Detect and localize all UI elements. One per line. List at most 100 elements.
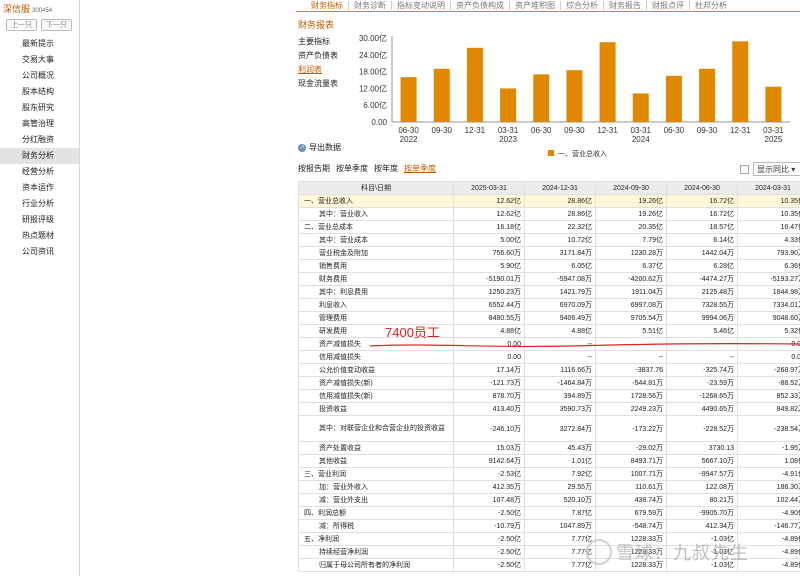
revenue-bar[interactable] [732,41,749,122]
period-option[interactable]: 按报告期 [298,163,330,174]
table-row: 销售费用5.90亿6.05亿6.37亿6.28亿6.36亿 [298,259,800,273]
sidebar-item[interactable]: 经营分析 [0,164,79,180]
submenu-item[interactable]: 主要指标 [298,35,338,49]
table-row: 管理费用 8480.55万 9406.49万 9705.54万 9994.06万 9048… [298,311,800,325]
cell-value: -121.73万 [453,376,525,390]
cell-value: 878.70万 [453,389,525,403]
cell-value: -1268.65万 [666,389,738,403]
x-tick-label: 03-31 [763,126,784,135]
cell-value: 2125.48万 [666,285,738,299]
sidebar-item[interactable]: 财务分析 [0,148,79,164]
cell-value: 5.32亿 [737,324,800,338]
cell-value: 4.88亿 [453,324,525,338]
table-row: 利息收入 6552.44万 6970.09万 6997.08万 7328.55万 7334… [298,298,800,312]
sidebar-item[interactable]: 资本运作 [0,180,79,196]
revenue-bar[interactable] [500,88,517,122]
cell-value: 6552.44万 [453,298,525,312]
table-row: 研发费用4.88亿4.88亿5.51亿5.46亿5.32亿 [298,324,800,338]
cell-value: 10.35亿 [737,194,800,208]
row-label: 归属于母公司所有者的净利润 [298,558,454,572]
cell-value: 1007.71万 [595,467,667,481]
sidebar-item[interactable]: 交易大事 [0,52,79,68]
column-header: 2024-03-31 [737,181,800,195]
cell-value: 756.60万 [453,246,525,260]
cell-value: -29.02万 [595,441,667,455]
tab-item[interactable]: 综合分析 [561,1,604,10]
table-row: 其中：营业成本5.00亿10.72亿7.79亿6.14亿4.33亿 [298,233,800,247]
tab-item[interactable]: 财务报告 [604,1,647,10]
display-checkbox[interactable] [740,164,749,174]
period-option[interactable]: 按年度 [374,163,398,174]
period-selector: 按报告期 按单季度 按年度 按单季度 [298,163,436,174]
sidebar-item[interactable]: 公司概况 [0,68,79,84]
prev-stock-button[interactable]: 上一只 [6,19,37,31]
sidebar-item[interactable]: 最新提示 [0,36,79,52]
revenue-bar[interactable] [632,93,649,122]
row-label: 投资收益 [298,402,454,416]
cell-value: 29.55万 [524,480,596,494]
cell-value: 438.74万 [595,493,667,507]
sidebar-item[interactable]: 公司资讯 [0,244,79,260]
tab-item[interactable]: 资产堆积图 [510,1,561,10]
revenue-bar[interactable] [566,70,583,122]
revenue-bar[interactable] [699,68,716,122]
cell-value: 80.21万 [666,493,738,507]
tab-item[interactable]: 财务指标 [306,1,349,10]
revenue-bar[interactable] [599,42,616,123]
section-title: 财务报表 [298,20,335,30]
tab-item[interactable]: 财报点评 [647,1,690,10]
row-label: 信用减值损失(新) [298,389,454,403]
y-tick-label: 30.00亿 [359,33,387,43]
cell-value: 1421.79万 [524,285,596,299]
stock-pager: 上一只 下一只 [0,15,79,36]
tab-item[interactable]: 资产负债构成 [451,1,510,10]
row-label: 三、营业利润 [298,467,454,481]
sidebar-item[interactable]: 股东研究 [0,100,79,116]
sidebar-item[interactable]: 研报评级 [0,212,79,228]
cell-value: 2249.23万 [595,402,667,416]
statement-submenu: 主要指标 资产负债表 利润表 现金流量表 [298,35,338,91]
tab-item[interactable]: 杜邦分析 [690,1,732,10]
cell-value: -4.91亿 [737,467,800,481]
tab-item[interactable]: 指标变动说明 [392,1,451,10]
tabs-underline [296,11,800,12]
revenue-bar[interactable] [665,75,682,122]
sidebar-item[interactable]: 高管治理 [0,116,79,132]
stock-header: 深信服 300454 [0,0,79,15]
revenue-bar[interactable] [765,86,782,122]
submenu-item[interactable]: 现金流量表 [298,77,338,91]
cell-value: 7334.01万 [737,298,800,312]
revenue-bar[interactable] [466,47,483,122]
cell-value: 849.82万 [737,402,800,416]
sidebar-item[interactable]: 股本结构 [0,84,79,100]
sidebar-item[interactable]: 行业分析 [0,196,79,212]
table-row: 加：营业外收入 412.35万 29.55万 110.61万 122.08万 186.30… [298,480,800,494]
revenue-bar[interactable] [533,74,550,122]
export-data-button[interactable]: ↗ 导出数据 [298,142,341,153]
period-option[interactable]: 按单季度 [404,163,436,174]
row-label: 五、净利润 [298,532,454,546]
cell-value: -10.79万 [453,519,525,533]
submenu-item[interactable]: 利润表 [298,63,338,77]
x-year-label: 2022 [400,135,418,144]
display-yoy-select[interactable]: 显示同比 ▾ [753,162,800,176]
cell-value: 18.57亿 [666,220,738,234]
revenue-bar[interactable] [433,68,450,122]
submenu-item[interactable]: 资产负债表 [298,49,338,63]
revenue-bar[interactable] [400,77,417,122]
legend-label: 一、营业总收入 [558,149,607,158]
cell-value: 6.05亿 [524,259,596,273]
row-label: 其中：营业收入 [298,207,454,221]
row-label: 销售费用 [298,259,454,273]
cell-value: 16.47亿 [737,220,800,234]
tab-item[interactable]: 财务诊断 [349,1,392,10]
period-option[interactable]: 按单季度 [336,163,368,174]
column-header: 2024-09-30 [595,181,667,195]
row-label: 财务费用 [298,272,454,286]
next-stock-button[interactable]: 下一只 [41,19,72,31]
x-tick-label: 09-30 [564,126,585,135]
cell-value: 4490.65万 [666,402,738,416]
sidebar-item[interactable]: 热点题材 [0,228,79,244]
cell-value: -2.50亿 [453,545,525,559]
sidebar-item[interactable]: 分红融资 [0,132,79,148]
